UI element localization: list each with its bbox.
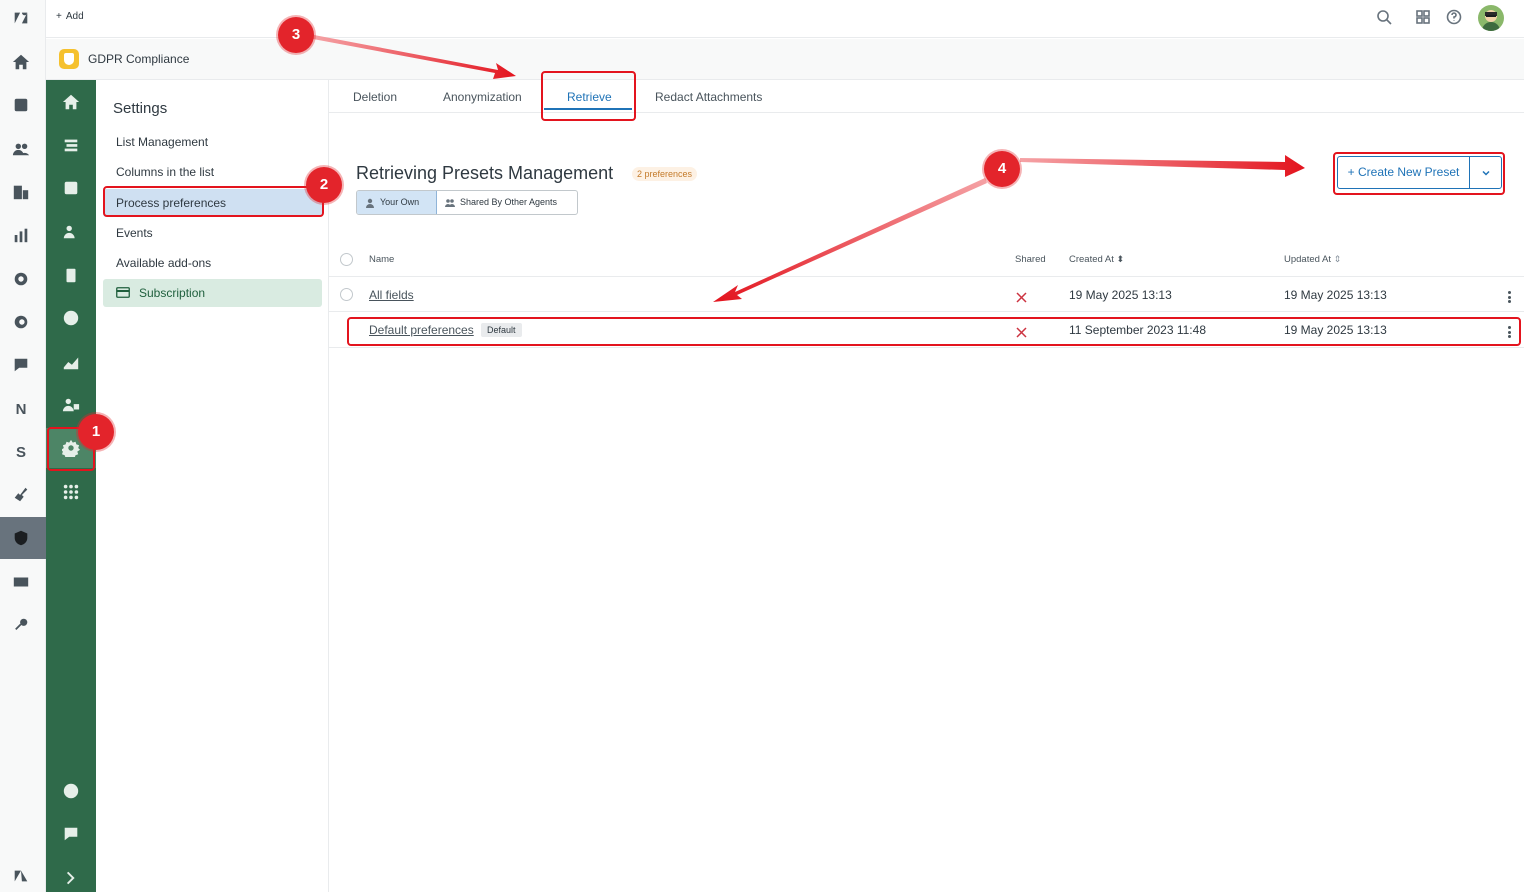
nav-users-icon[interactable] xyxy=(60,221,82,243)
preferences-count-badge: 2 preferences xyxy=(632,167,698,181)
settings-item-add-ons[interactable]: Available add-ons xyxy=(103,249,322,277)
add-button[interactable]: + Add xyxy=(56,11,84,22)
row-menu-kebab-icon[interactable] xyxy=(1508,291,1512,303)
nav-help-icon[interactable] xyxy=(60,780,82,802)
highlight-create-preset xyxy=(1333,152,1505,195)
updated-at-value: 19 May 2025 13:13 xyxy=(1284,288,1387,302)
chat-icon[interactable] xyxy=(11,355,31,375)
subscription-label: Subscription xyxy=(139,286,206,300)
nav-apps-grid-icon[interactable] xyxy=(60,481,82,503)
app-header: GDPR Compliance xyxy=(46,39,1524,80)
highlight-process-preferences xyxy=(103,186,324,217)
user-icon xyxy=(366,198,374,208)
nav-chart-icon[interactable] xyxy=(60,351,82,373)
settings-item-events[interactable]: Events xyxy=(103,219,322,247)
s-app-icon[interactable]: S xyxy=(11,442,31,462)
nav-clock-icon[interactable] xyxy=(60,307,82,329)
table-divider xyxy=(329,311,1524,312)
app-nav xyxy=(46,80,96,892)
nav-home-icon[interactable] xyxy=(60,91,82,113)
global-rail: N S xyxy=(0,0,46,892)
tab-deletion[interactable]: Deletion xyxy=(353,90,397,104)
ownership-filter: Your Own Shared By Other Agents xyxy=(356,190,578,215)
annotation-number-1: 1 xyxy=(78,414,114,450)
broom-icon[interactable] xyxy=(11,485,31,505)
avatar[interactable] xyxy=(1478,5,1504,31)
zendesk-footer-logo-icon xyxy=(11,866,31,886)
help-icon[interactable] xyxy=(1446,9,1464,27)
nav-agent-lock-icon[interactable] xyxy=(60,394,82,416)
sort-icon: ⬍ xyxy=(1116,254,1125,264)
gdpr-app-logo-icon xyxy=(59,49,79,69)
annotation-number-2: 2 xyxy=(306,167,342,203)
column-header-shared[interactable]: Shared xyxy=(1015,254,1046,265)
table-divider xyxy=(329,347,1524,348)
plus-icon: + xyxy=(56,11,62,22)
organizations-icon[interactable] xyxy=(11,182,31,202)
preset-name-link[interactable]: All fields xyxy=(369,288,414,302)
tab-redact-attachments[interactable]: Redact Attachments xyxy=(655,90,762,104)
filter-your-own-button[interactable]: Your Own xyxy=(357,191,437,214)
row-checkbox[interactable] xyxy=(340,288,353,301)
mail-icon[interactable] xyxy=(11,572,31,592)
tab-bar: Deletion Anonymization Retrieve Redact A… xyxy=(329,80,1524,113)
not-shared-x-icon xyxy=(1016,290,1027,303)
credit-card-icon xyxy=(116,287,130,298)
users-icon xyxy=(445,198,455,207)
filter-shared-button[interactable]: Shared By Other Agents xyxy=(437,191,565,214)
column-header-updated[interactable]: Updated At ⇕ xyxy=(1284,254,1341,265)
n-app-icon[interactable]: N xyxy=(11,399,31,419)
key-icon[interactable] xyxy=(11,615,31,635)
updated-header-label: Updated At xyxy=(1284,254,1332,265)
arrow-to-create-preset xyxy=(1020,155,1305,177)
settings-item-subscription[interactable]: Subscription xyxy=(103,279,322,307)
nav-list-icon[interactable] xyxy=(60,134,82,156)
settings-item-columns[interactable]: Columns in the list xyxy=(103,158,322,186)
zendesk-logo-icon[interactable] xyxy=(11,8,31,28)
settings-title: Settings xyxy=(113,100,168,117)
gdpr-shield-icon[interactable] xyxy=(11,528,31,548)
select-all-checkbox[interactable] xyxy=(340,253,353,266)
admin-gear-icon[interactable] xyxy=(11,269,31,289)
views-icon[interactable] xyxy=(11,95,31,115)
app-g-icon[interactable] xyxy=(11,312,31,332)
nav-expand-chevron-icon[interactable] xyxy=(60,867,82,889)
annotation-number-4: 4 xyxy=(984,151,1020,187)
table-divider xyxy=(329,276,1524,277)
column-header-name[interactable]: Name xyxy=(369,254,394,265)
reporting-icon[interactable] xyxy=(11,225,31,245)
tab-anonymization[interactable]: Anonymization xyxy=(443,90,522,104)
page-title: Retrieving Presets Management xyxy=(356,163,614,183)
top-bar: + Add xyxy=(46,0,1524,38)
home-icon[interactable] xyxy=(11,52,31,72)
arrow-to-default-row xyxy=(713,178,987,302)
highlight-default-row xyxy=(347,317,1521,346)
annotation-number-3: 3 xyxy=(278,17,314,53)
nav-inbox-icon[interactable] xyxy=(60,177,82,199)
created-at-value: 19 May 2025 13:13 xyxy=(1069,288,1172,302)
app-title: GDPR Compliance xyxy=(88,52,190,66)
products-grid-icon[interactable] xyxy=(1415,9,1433,27)
filter-your-own-label: Your Own xyxy=(380,197,420,207)
settings-item-list-management[interactable]: List Management xyxy=(103,128,322,156)
filter-shared-label: Shared By Other Agents xyxy=(460,197,558,207)
search-icon[interactable] xyxy=(1376,9,1394,27)
nav-clipboard-icon[interactable] xyxy=(60,264,82,286)
add-label: Add xyxy=(65,11,84,22)
sort-icon: ⇕ xyxy=(1333,254,1342,264)
nav-feedback-icon[interactable] xyxy=(60,823,82,845)
created-header-label: Created At xyxy=(1069,254,1114,265)
customers-icon[interactable] xyxy=(11,139,31,159)
highlight-retrieve-tab xyxy=(541,71,636,121)
column-header-created[interactable]: Created At ⬍ xyxy=(1069,254,1124,265)
